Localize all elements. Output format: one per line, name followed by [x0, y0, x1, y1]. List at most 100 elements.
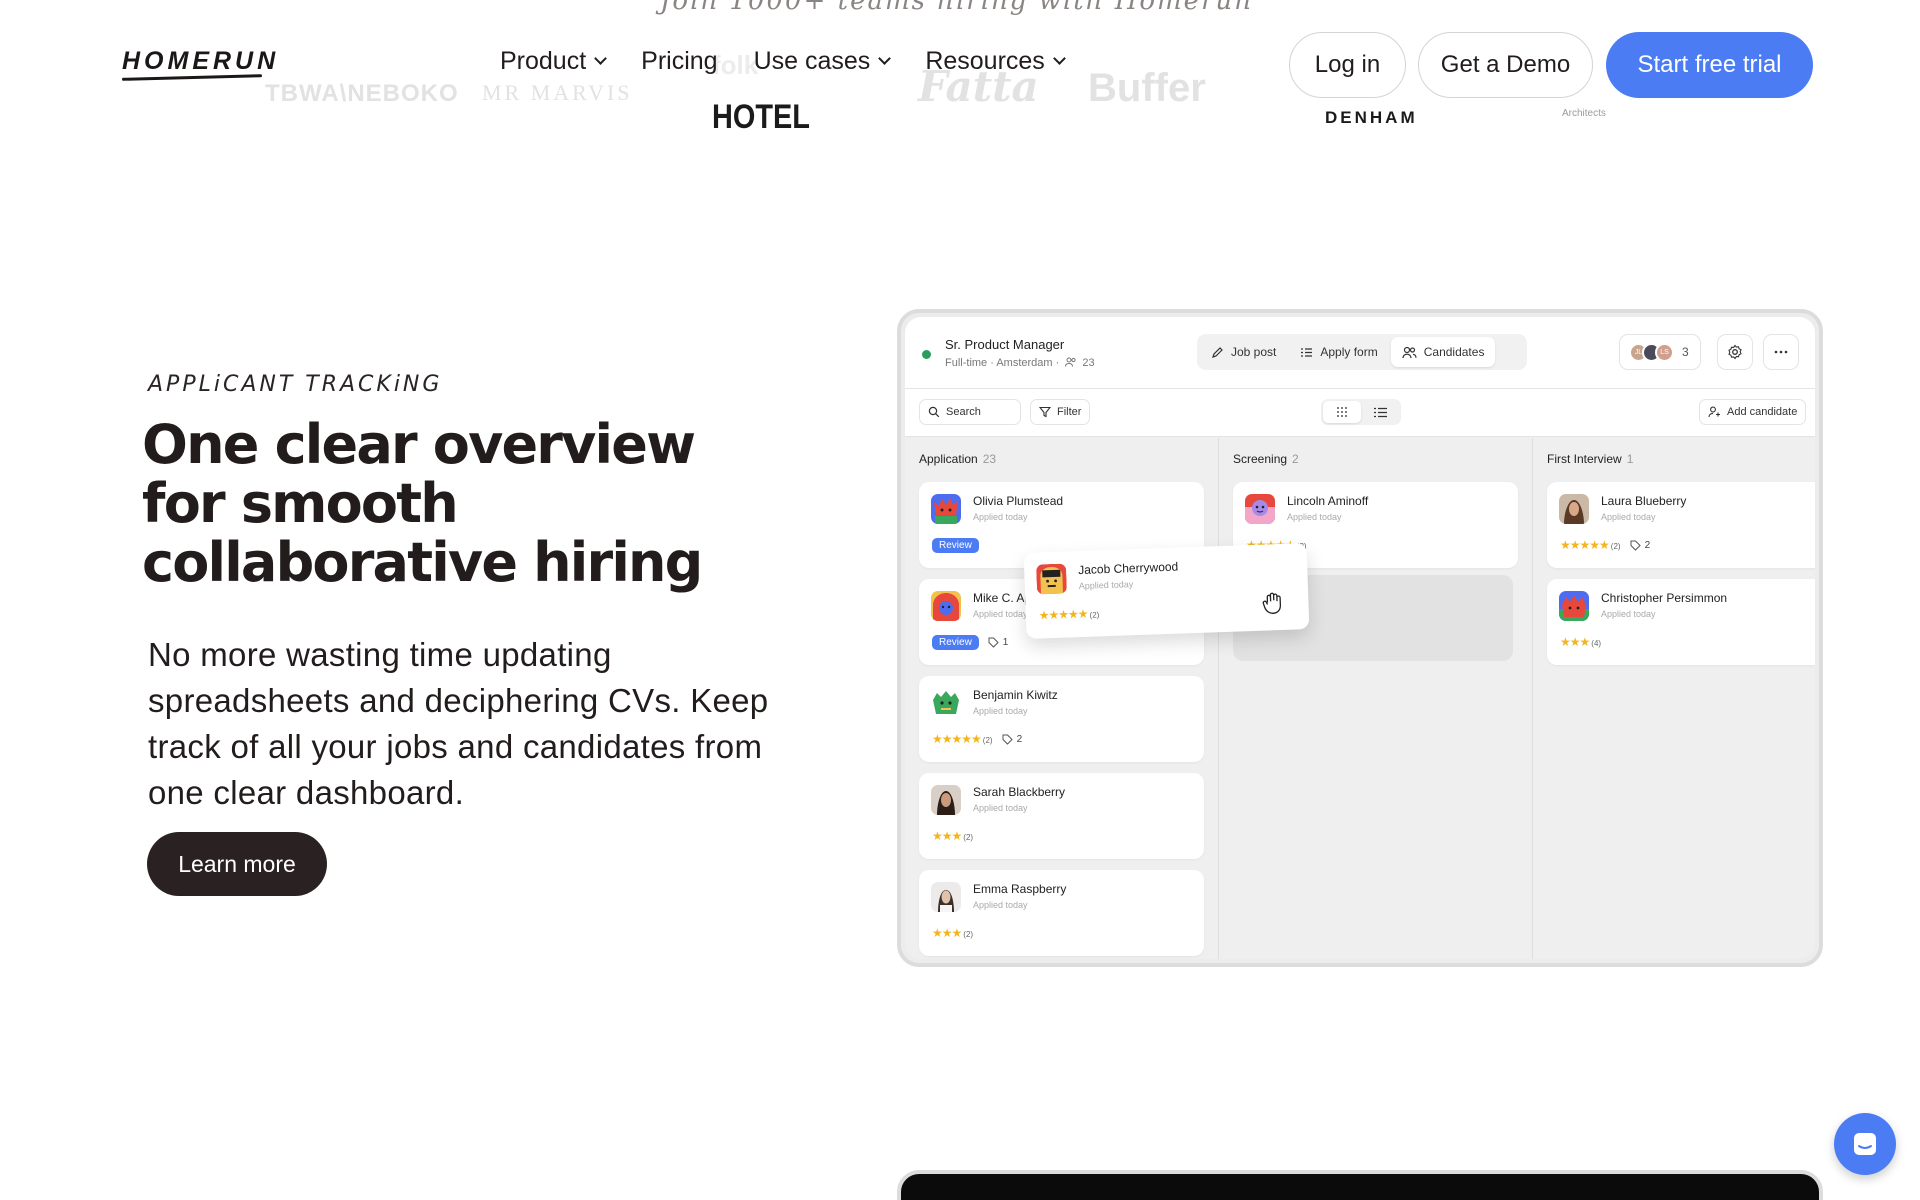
column-first-interview: First Interview 1 Laura Blueberry Applied…: [1533, 438, 1815, 959]
rating: ★★★ (4): [1560, 635, 1601, 649]
candidate-card[interactable]: Christopher Persimmon Applied today ★★★(…: [1547, 579, 1815, 665]
rating-count: (2): [982, 736, 993, 745]
search-icon: [928, 406, 940, 418]
candidate-avatar: [931, 785, 961, 815]
pipeline-board: Application 23 Olivia Plumstead Applied t…: [905, 438, 1815, 959]
candidate-card[interactable]: Emma Raspberry Applied today ★★★ (2): [919, 870, 1204, 956]
column-header: Screening 2: [1233, 452, 1518, 482]
candidate-applied: Applied today: [973, 900, 1028, 910]
filter-label: Filter: [1057, 406, 1082, 418]
rating-count: (2): [963, 930, 974, 939]
more-button[interactable]: [1763, 334, 1799, 370]
tab-label: Candidates: [1423, 345, 1485, 359]
candidate-card[interactable]: Laura Blueberry Applied today ★★★★★ (2) 2: [1547, 482, 1815, 568]
tab-job-post[interactable]: Job post: [1200, 337, 1287, 367]
grab-hand-icon: [1262, 592, 1282, 614]
tab-candidates[interactable]: Candidates: [1390, 337, 1496, 367]
candidate-name: Jacob Cherrywood: [1077, 559, 1179, 578]
nav-product[interactable]: Product: [500, 47, 608, 76]
column-title: Screening: [1233, 452, 1288, 466]
chevron-down-icon: [1052, 52, 1066, 65]
search-placeholder: Search: [946, 406, 981, 418]
tab-label: Apply form: [1320, 345, 1378, 359]
list-view-button[interactable]: [1361, 401, 1399, 423]
view-toggle: [1321, 399, 1401, 425]
nav-use-cases[interactable]: Use cases: [754, 47, 892, 76]
card-footer: Review 1: [932, 635, 1008, 650]
chevron-down-icon: [878, 52, 892, 65]
dragged-candidate-card[interactable]: Jacob Cherrywood Applied today ★★★★★ (2): [1023, 543, 1310, 639]
nav-label: Resources: [925, 47, 1045, 75]
avatar: LS: [1655, 342, 1674, 362]
candidate-applied: Applied today: [1601, 512, 1656, 522]
card-footer: ★★★ (2): [932, 829, 973, 843]
column-application: Application 23 Olivia Plumstead Applied t…: [905, 438, 1219, 959]
add-person-icon: [1708, 406, 1720, 418]
job-status-dot: [922, 350, 931, 359]
candidate-name: Benjamin Kiwitz: [973, 688, 1058, 702]
tag-count: 1: [988, 637, 1008, 648]
card-footer: ★★★★★(2): [1039, 606, 1100, 623]
get-demo-button[interactable]: Get a Demo: [1418, 32, 1593, 98]
homerun-logo[interactable]: HOMERUN: [122, 47, 279, 76]
login-button[interactable]: Log in: [1289, 32, 1406, 98]
learn-more-button[interactable]: Learn more: [147, 832, 327, 896]
search-input[interactable]: Search: [919, 399, 1021, 425]
tab-apply-form[interactable]: Apply form: [1289, 337, 1388, 367]
rating: ★★★★★(2): [1560, 538, 1621, 552]
tag-icon: [1002, 734, 1013, 745]
chat-launcher[interactable]: [1834, 1113, 1896, 1175]
customer-logo: DENHAM: [1325, 108, 1418, 127]
next-section-media: [897, 1170, 1823, 1200]
list-icon: [1373, 407, 1387, 417]
card-footer: ★★★ (4): [1560, 635, 1601, 649]
tag-count-value: 2: [1644, 539, 1651, 551]
rating-stars: ★★★: [932, 926, 962, 940]
headline-line: for smooth: [142, 472, 459, 535]
rating-stars: ★★★★★: [932, 732, 982, 746]
candidate-avatar: [1559, 494, 1589, 524]
grid-icon: [1337, 407, 1347, 417]
job-meta: Full-time · Amsterdam · 23: [945, 357, 1095, 369]
nav-pricing[interactable]: Pricing: [641, 47, 717, 76]
settings-button[interactable]: [1717, 334, 1753, 370]
candidate-applied: Applied today: [973, 706, 1028, 716]
rating-count: (2): [1089, 610, 1100, 620]
list-icon: [1301, 347, 1313, 357]
candidate-name: Emma Raspberry: [973, 882, 1067, 896]
customer-logo: TBWA\NEBOKO: [265, 80, 459, 107]
nav-resources[interactable]: Resources: [925, 47, 1066, 76]
customer-logo: HOTEL: [712, 98, 810, 136]
job-meta-text: Full-time · Amsterdam ·: [945, 357, 1060, 369]
column-screening: Screening 2 Lincoln Aminoff Applied today…: [1219, 438, 1533, 959]
customer-logo: Architects: [1562, 108, 1606, 119]
tag-count: 2: [1630, 539, 1651, 551]
candidate-avatar: [1559, 591, 1589, 621]
rating: ★★★ (2): [932, 829, 973, 843]
filter-button[interactable]: Filter: [1030, 399, 1091, 425]
candidate-avatar: [1245, 494, 1275, 524]
candidate-card[interactable]: Benjamin Kiwitz Applied today ★★★★★ (2) 2: [919, 676, 1204, 762]
rating-count: (2): [1610, 542, 1621, 551]
job-header: Sr. Product Manager Full-time · Amsterda…: [905, 317, 1815, 389]
tag-count: 2: [1002, 734, 1022, 745]
customer-logo: MR MARVIS: [482, 80, 633, 105]
chat-icon: [1854, 1133, 1876, 1155]
rating-stars: ★★★★★: [1560, 538, 1610, 552]
add-candidate-button[interactable]: Add candidate: [1699, 399, 1807, 425]
start-trial-button[interactable]: Start free trial: [1606, 32, 1813, 98]
candidate-avatar: [931, 688, 961, 718]
column-title: Application: [919, 452, 978, 466]
board-view-button[interactable]: [1323, 401, 1361, 423]
tag-icon: [1630, 540, 1641, 551]
gear-icon: [1728, 344, 1742, 360]
job-tabs: Job post Apply form Candidates: [1197, 334, 1527, 370]
candidate-avatar: [931, 882, 961, 912]
card-footer: Review: [932, 538, 979, 553]
rating-stars: ★★★: [1560, 635, 1590, 649]
candidate-card[interactable]: Sarah Blackberry Applied today ★★★ (2): [919, 773, 1204, 859]
team-avatars[interactable]: JL LS 3: [1619, 334, 1701, 370]
candidate-applied: Applied today: [1078, 579, 1134, 592]
column-count: 2: [1292, 452, 1299, 466]
rating: ★★★ (2): [932, 926, 973, 940]
